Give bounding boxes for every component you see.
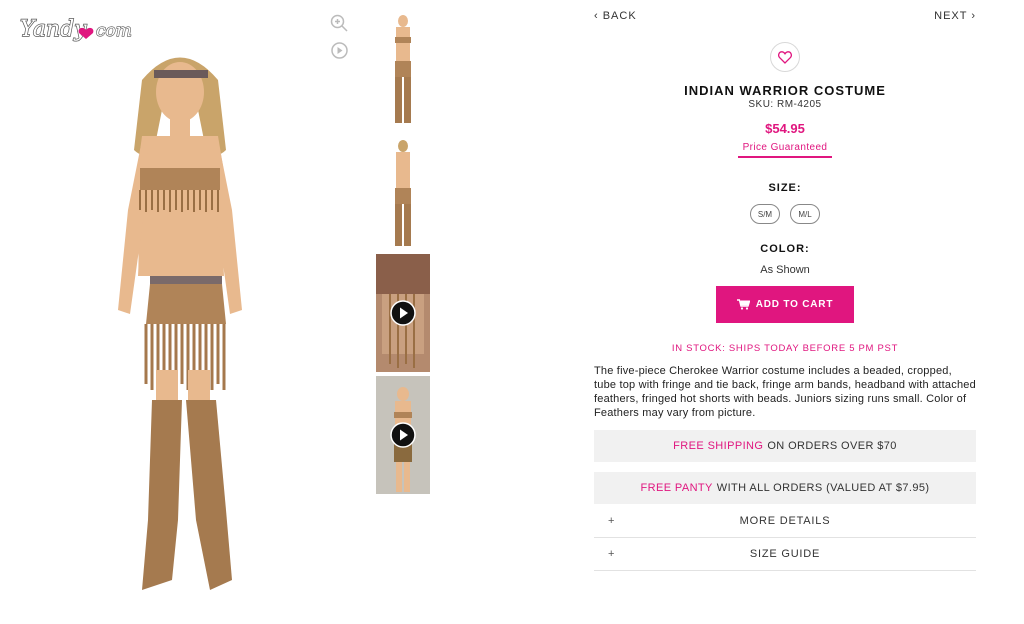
thumbnail-image <box>395 15 411 123</box>
product-sku: SKU: RM-4205 <box>748 99 822 110</box>
thumbnail-video-2[interactable] <box>376 376 430 494</box>
accordion-label: MORE DETAILS <box>739 515 831 527</box>
add-to-cart-button[interactable]: ADD TO CART <box>716 286 854 323</box>
size-option-ml[interactable]: M/L <box>790 204 820 224</box>
size-option-sm[interactable]: S/M <box>750 204 780 224</box>
play-icon[interactable] <box>331 42 348 59</box>
size-guide-accordion[interactable]: + SIZE GUIDE <box>594 538 976 571</box>
thumbnail-1[interactable] <box>376 9 430 127</box>
next-link[interactable]: NEXT › <box>934 10 976 22</box>
main-product-image[interactable] <box>62 40 298 604</box>
promo-highlight: FREE SHIPPING <box>673 440 764 452</box>
promo-highlight: FREE PANTY <box>640 482 713 494</box>
play-icon[interactable] <box>390 422 416 448</box>
free-shipping-banner: FREE SHIPPING ON ORDERS OVER $70 <box>594 430 976 462</box>
logo-suffix: com <box>96 21 132 41</box>
cart-icon <box>736 299 750 310</box>
free-panty-banner: FREE PANTY WITH ALL ORDERS (VALUED AT $7… <box>594 472 976 504</box>
product-description: The five-piece Cherokee Warrior costume … <box>594 365 976 419</box>
promo-text: ON ORDERS OVER $70 <box>767 440 897 452</box>
thumbnail-image <box>395 140 411 246</box>
color-label: COLOR: <box>760 243 810 255</box>
promo-text: WITH ALL ORDERS (VALUED AT $7.95) <box>716 482 930 494</box>
stock-status: IN STOCK: SHIPS TODAY BEFORE 5 PM PST <box>671 343 899 354</box>
size-options: S/M M/L <box>594 204 976 224</box>
zoom-in-icon[interactable] <box>330 14 348 32</box>
product-details-panel: ‹ BACK NEXT › INDIAN WARRIOR COSTUME SKU… <box>594 0 976 624</box>
product-title: INDIAN WARRIOR COSTUME <box>684 83 886 98</box>
back-link[interactable]: ‹ BACK <box>594 10 637 22</box>
logo-text: Yandy <box>20 17 87 42</box>
product-price: $54.95 <box>765 121 805 136</box>
thumbnail-video-1[interactable] <box>376 254 430 372</box>
more-details-accordion[interactable]: + MORE DETAILS <box>594 505 976 538</box>
price-guaranteed-link[interactable]: Price Guaranteed <box>738 142 832 158</box>
add-to-cart-label: ADD TO CART <box>755 299 834 310</box>
size-label: SIZE: <box>768 182 802 194</box>
heart-icon <box>778 50 792 64</box>
plus-icon: + <box>608 515 616 527</box>
wishlist-button[interactable] <box>770 42 800 72</box>
play-icon[interactable] <box>390 300 416 326</box>
accordion-label: SIZE GUIDE <box>749 548 821 560</box>
plus-icon: + <box>608 548 616 560</box>
color-value: As Shown <box>760 264 810 276</box>
thumbnail-2[interactable] <box>376 132 430 250</box>
